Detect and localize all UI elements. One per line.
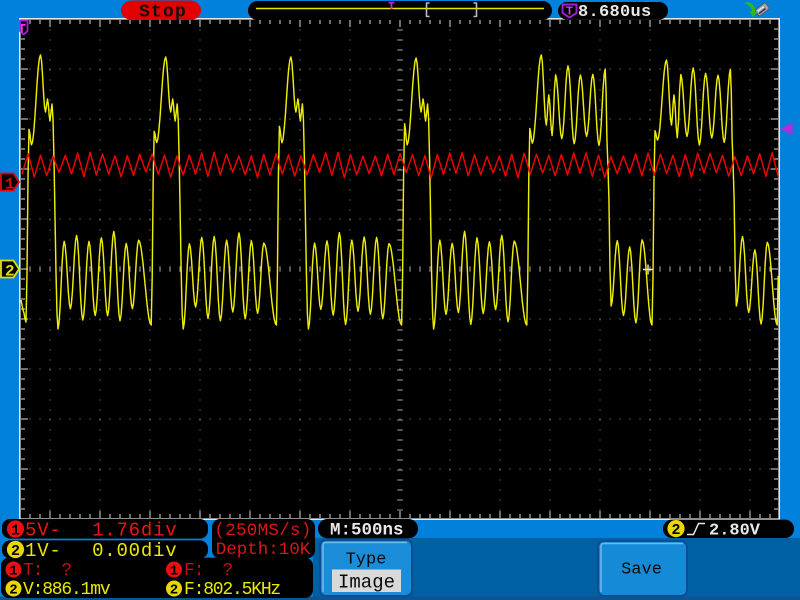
svg-text:Depth:10K: Depth:10K bbox=[216, 540, 311, 560]
svg-text:Type: Type bbox=[346, 551, 387, 570]
svg-text:2: 2 bbox=[170, 583, 178, 599]
svg-text:2: 2 bbox=[9, 583, 17, 599]
svg-text:F: ?: F: ? bbox=[184, 561, 232, 581]
svg-text:V:886.1mv: V:886.1mv bbox=[23, 580, 111, 600]
svg-text:2: 2 bbox=[11, 543, 20, 560]
svg-text:1V-: 1V- bbox=[25, 540, 62, 562]
svg-text:0.00div: 0.00div bbox=[92, 540, 177, 562]
svg-text:M:500ns: M:500ns bbox=[330, 521, 404, 541]
svg-text:Stop: Stop bbox=[139, 3, 187, 23]
svg-text:1: 1 bbox=[9, 564, 17, 580]
svg-text:Image: Image bbox=[338, 572, 395, 594]
svg-text:2.80V: 2.80V bbox=[709, 522, 761, 541]
svg-text:F:802.5KHz: F:802.5KHz bbox=[184, 580, 280, 600]
svg-text:Save: Save bbox=[621, 561, 662, 580]
svg-text:1: 1 bbox=[11, 523, 20, 540]
svg-text:5V-: 5V- bbox=[25, 520, 62, 542]
svg-text:1.76div: 1.76div bbox=[92, 520, 177, 542]
svg-text:2: 2 bbox=[671, 522, 680, 539]
svg-text:2: 2 bbox=[5, 263, 15, 281]
svg-text:1: 1 bbox=[5, 176, 15, 194]
svg-text:1: 1 bbox=[170, 564, 178, 580]
svg-text:8.680us: 8.680us bbox=[578, 3, 652, 22]
svg-text:T: T bbox=[566, 5, 573, 19]
svg-text:(250MS/s): (250MS/s) bbox=[214, 521, 311, 541]
svg-text:T: ?: T: ? bbox=[23, 561, 71, 581]
